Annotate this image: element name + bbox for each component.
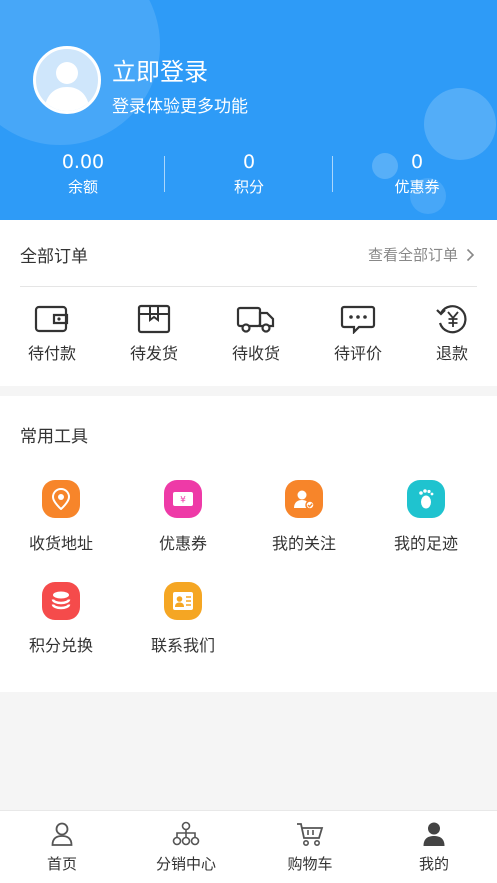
login-subtitle: 登录体验更多功能 — [112, 97, 248, 117]
divider — [164, 156, 165, 192]
tool-label: 我的足迹 — [393, 534, 458, 553]
order-label: 待评价 — [333, 344, 382, 363]
chevron-right-icon — [466, 248, 475, 261]
tab-label: 分销中心 — [155, 855, 216, 873]
avatar[interactable] — [33, 46, 101, 114]
orders-card: 全部订单 查看全部订单 待付款 待发货 待收货 待评价 退款 — [0, 220, 497, 386]
home-icon — [51, 822, 73, 846]
tool-footprint[interactable]: 我的足迹 — [366, 480, 486, 554]
refund-icon — [436, 305, 467, 334]
view-all-orders-link[interactable]: 查看全部订单 — [368, 244, 475, 265]
tab-label: 首页 — [46, 855, 77, 873]
stat-label: 余额 — [67, 178, 98, 196]
order-refund[interactable]: 退款 — [402, 304, 497, 364]
location-icon — [42, 480, 80, 518]
profile-header: 立即登录 登录体验更多功能 0.00 余额 0 积分 0 优惠券 — [0, 0, 497, 220]
stat-coupons[interactable]: 0 优惠券 — [334, 150, 497, 198]
tool-follow[interactable]: 我的关注 — [244, 480, 364, 554]
follow-icon — [285, 480, 323, 518]
orders-title: 全部订单 — [20, 247, 88, 267]
tools-card: 常用工具 收货地址 ¥ 优惠券 我的关注 我的足迹 积分兑换 联系我们 — [0, 396, 497, 692]
points-icon — [42, 582, 80, 620]
tab-label: 我的 — [418, 855, 449, 873]
tool-label: 收货地址 — [28, 534, 93, 553]
order-pending-payment[interactable]: 待付款 — [2, 304, 102, 364]
order-pending-review[interactable]: 待评价 — [308, 304, 408, 364]
divider — [332, 156, 333, 192]
user-avatar-icon — [44, 62, 90, 111]
stat-points[interactable]: 0 积分 — [166, 150, 332, 198]
view-all-label: 查看全部订单 — [367, 246, 458, 264]
order-label: 待付款 — [27, 344, 76, 363]
tab-cart[interactable]: 购物车 — [248, 821, 372, 874]
stat-value: 0 — [410, 151, 424, 173]
tool-label: 联系我们 — [150, 636, 215, 655]
tool-label: 优惠券 — [158, 534, 207, 553]
tab-distribution[interactable]: 分销中心 — [124, 821, 248, 874]
order-pending-receipt[interactable]: 待收货 — [206, 304, 306, 364]
tool-coupon[interactable]: ¥ 优惠券 — [123, 480, 243, 554]
truck-icon — [236, 306, 275, 333]
stat-balance[interactable]: 0.00 余额 — [0, 150, 166, 198]
tab-mine[interactable]: 我的 — [372, 821, 496, 874]
box-icon — [137, 304, 171, 334]
tool-points-exchange[interactable]: 积分兑换 — [1, 582, 121, 656]
footprint-icon — [407, 480, 445, 518]
order-label: 待发货 — [129, 344, 178, 363]
cart-icon — [297, 823, 324, 846]
order-label: 退款 — [435, 344, 468, 363]
svg-text:¥: ¥ — [180, 496, 186, 506]
order-pending-shipment[interactable]: 待发货 — [104, 304, 204, 364]
divider — [20, 286, 477, 287]
stat-value: 0.00 — [61, 151, 105, 173]
stat-label: 积分 — [233, 178, 264, 196]
tool-contact[interactable]: 联系我们 — [123, 582, 243, 656]
user-icon — [423, 822, 445, 846]
stat-value: 0 — [242, 151, 256, 173]
wallet-icon — [34, 305, 69, 333]
distribution-icon — [172, 821, 200, 846]
bottom-tab-bar: 首页 分销中心 购物车 我的 — [0, 810, 497, 883]
stat-label: 优惠券 — [394, 178, 440, 196]
order-label: 待收货 — [231, 344, 280, 363]
login-title[interactable]: 立即登录 — [112, 52, 208, 87]
tool-address[interactable]: 收货地址 — [1, 480, 121, 554]
tab-home[interactable]: 首页 — [0, 821, 124, 874]
contact-icon — [164, 582, 202, 620]
tool-label: 积分兑换 — [28, 636, 93, 655]
coupon-icon: ¥ — [164, 480, 202, 518]
tool-label: 我的关注 — [271, 534, 336, 553]
tools-title: 常用工具 — [20, 427, 88, 447]
comment-icon — [340, 305, 376, 334]
tab-label: 购物车 — [287, 855, 333, 873]
